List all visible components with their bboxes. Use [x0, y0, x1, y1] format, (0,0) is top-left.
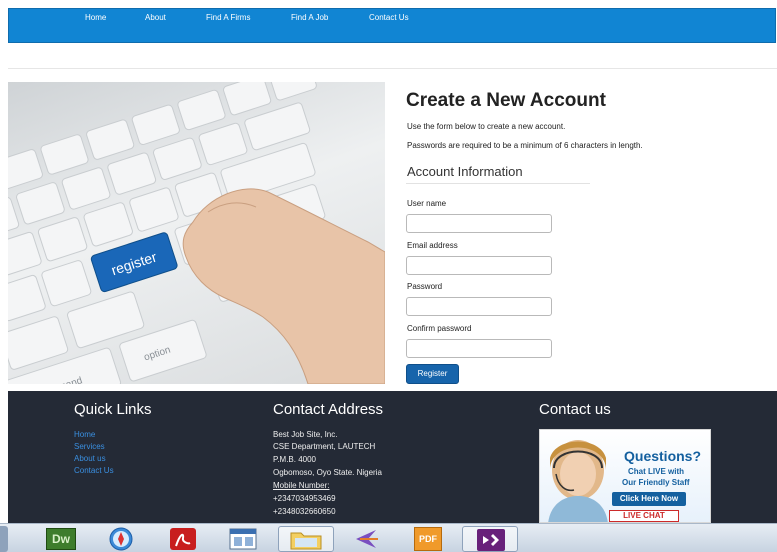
confirm-password-field[interactable]	[406, 339, 552, 358]
chat-line: Chat LIVE with	[628, 467, 684, 476]
page-title: Create a New Account	[406, 90, 606, 111]
password-field[interactable]	[406, 297, 552, 316]
app-icon	[356, 530, 378, 548]
taskbar-dreamweaver[interactable]: Dw	[42, 526, 98, 552]
address-line: P.M.B. 4000	[273, 455, 316, 464]
password-label: Password	[407, 282, 443, 291]
username-field[interactable]	[406, 214, 552, 233]
chat-question: Questions?	[624, 448, 702, 464]
contact-address-heading: Contact Address	[273, 401, 384, 418]
pdf-icon: PDF	[414, 527, 442, 551]
contact-us-heading: Contact us	[539, 401, 611, 418]
page: Home About Find A Firms Find A Job Conta…	[0, 0, 777, 552]
folder-icon	[290, 532, 322, 550]
phone-number: +2347034953469	[273, 494, 336, 503]
taskbar-explorer[interactable]	[278, 526, 334, 552]
chat-line: Our Friendly Staff	[622, 478, 690, 487]
confirm-password-label: Confirm password	[407, 324, 472, 333]
register-button[interactable]: Register	[406, 364, 459, 384]
taskbar-window[interactable]	[226, 526, 282, 552]
dreamweaver-label: Dw	[52, 532, 70, 546]
nav-contact-us[interactable]: Contact Us	[369, 13, 409, 22]
pdf-label: PDF	[419, 534, 437, 544]
taskbar-acrobat[interactable]	[164, 526, 220, 552]
email-label: Email address	[407, 241, 458, 250]
chat-click-here[interactable]: Click Here Now	[612, 492, 686, 506]
phone-number: +2348032660650	[273, 507, 336, 516]
address-line: CSE Department, LAUTECH	[273, 442, 376, 451]
acrobat-icon	[170, 528, 196, 550]
mobile-number-label: Mobile Number:	[273, 481, 330, 490]
taskbar-visual-studio[interactable]	[462, 526, 518, 552]
legend-divider	[406, 183, 590, 184]
quick-links-heading: Quick Links	[74, 401, 152, 418]
taskbar-pdf[interactable]: PDF	[404, 526, 460, 552]
taskbar-app[interactable]	[342, 526, 398, 552]
footer-link-about[interactable]: About us	[74, 454, 106, 463]
live-chat-badge: LIVE CHAT	[609, 510, 679, 522]
visual-studio-icon	[477, 529, 505, 551]
footer-link-contact[interactable]: Contact Us	[74, 466, 114, 475]
nav-find-firms[interactable]: Find A Firms	[206, 13, 250, 22]
safari-icon	[109, 527, 133, 551]
header-divider	[8, 68, 777, 69]
address-line: Best Job Site, Inc.	[273, 430, 338, 439]
form-intro: Use the form below to create a new accou…	[407, 122, 566, 131]
dreamweaver-icon: Dw	[46, 528, 76, 550]
account-info-legend: Account Information	[407, 164, 523, 179]
email-field[interactable]	[406, 256, 552, 275]
hero-keyboard-image: register control option command	[8, 82, 385, 384]
username-label: User name	[407, 199, 447, 208]
password-requirement: Passwords are required to be a minimum o…	[407, 141, 643, 150]
nav-about[interactable]: About	[145, 13, 166, 22]
footer-link-services[interactable]: Services	[74, 442, 105, 451]
keyboard-illustration: register control option command	[8, 82, 385, 384]
nav-home[interactable]: Home	[85, 13, 106, 22]
live-chat-banner[interactable]	[539, 429, 711, 523]
taskbar-safari[interactable]	[104, 526, 160, 552]
address-line: Ogbomoso, Oyo State. Nigeria	[273, 468, 382, 477]
window-icon	[229, 528, 257, 550]
footer-link-home[interactable]: Home	[74, 430, 95, 439]
nav-find-job[interactable]: Find A Job	[291, 13, 328, 22]
